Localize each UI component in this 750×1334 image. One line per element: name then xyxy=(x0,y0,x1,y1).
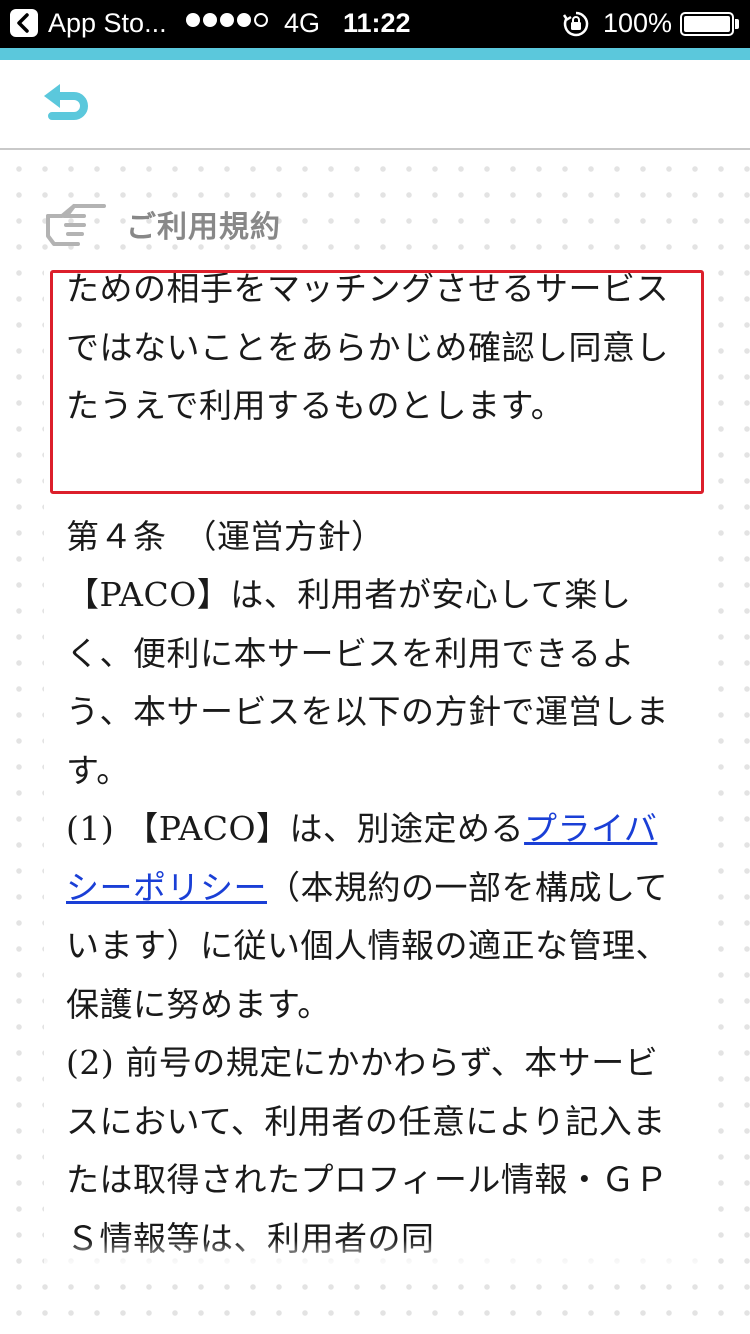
battery-tip xyxy=(735,19,739,29)
item1-prefix: (1) 【PACO】は、別途定める xyxy=(66,809,525,848)
article-heading: 第４条 （運営方針） xyxy=(66,516,385,556)
article-item-2: (2) 前号の規定にかかわらず、本サービスにおいて、利用者の任意により記入または… xyxy=(66,1034,676,1258)
accent-strip xyxy=(0,48,750,60)
network-type: 4G xyxy=(284,8,321,38)
return-arrow-icon xyxy=(44,84,88,120)
status-bar: App Sto... 4G 11:22 100% xyxy=(0,0,750,48)
back-to-app-icon[interactable] xyxy=(10,9,38,37)
back-button[interactable] xyxy=(38,76,98,126)
battery-icon xyxy=(680,12,734,36)
pointing-hand-icon xyxy=(46,204,106,246)
scroll-fade xyxy=(44,1240,704,1270)
back-to-app-label[interactable]: App Sto... xyxy=(48,8,167,39)
highlighted-paragraph: ための相手をマッチングさせるサービスではないことをあらかじめ確認し同意したうえで… xyxy=(66,269,669,425)
clock: 11:22 xyxy=(343,8,411,38)
battery-percentage: 100% xyxy=(603,8,673,38)
article-item-1: (1) 【PACO】は、別途定めるプライバシーポリシー（本規約の一部を構成してい… xyxy=(66,800,676,1034)
article-intro: 【PACO】は、利用者が安心して楽しく、便利に本サービスを利用できるよう、本サー… xyxy=(66,575,669,790)
section-title: ご利用規約 xyxy=(126,210,281,245)
nav-header xyxy=(0,60,750,150)
section-heading: ご利用規約 xyxy=(44,194,281,254)
rotation-lock-icon xyxy=(561,9,591,46)
terms-content-panel[interactable]: ための相手をマッチングさせるサービスではないことをあらかじめ確認し同意したうえで… xyxy=(44,262,704,1258)
signal-strength-icon xyxy=(186,13,268,27)
